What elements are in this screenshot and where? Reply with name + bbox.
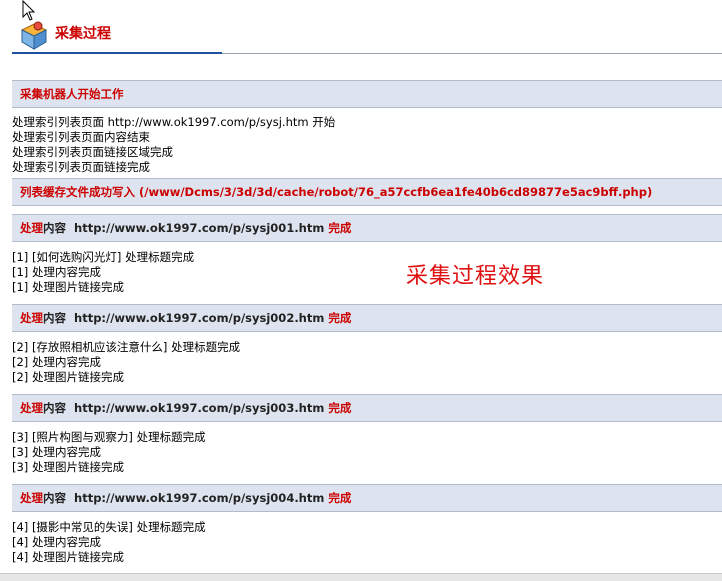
start-log-lines: 处理索引列表页面 http://www.ok1997.com/p/sysj.ht… — [12, 115, 335, 175]
header-divider — [222, 53, 722, 54]
item-url-text: 内容 http://www.ok1997.com/p/sysj002.htm — [43, 311, 329, 325]
item-4-log-lines: [4] [摄影中常见的失误] 处理标题完成 [4] 处理内容完成 [4] 处理图… — [12, 520, 206, 565]
log-line: [2] [存放照相机应该注意什么] 处理标题完成 — [12, 340, 241, 354]
log-line: 处理索引列表页面链接区域完成 — [12, 145, 173, 159]
log-line: [4] 处理图片链接完成 — [12, 550, 124, 564]
section-bar-item-4: 处理 内容 http://www.ok1997.com/p/sysj004.ht… — [12, 484, 722, 512]
log-line: [3] 处理内容完成 — [12, 445, 101, 459]
item-3-log-lines: [3] [照片构图与观察力] 处理标题完成 [3] 处理内容完成 [3] 处理图… — [12, 430, 206, 475]
log-line: 处理索引列表页面 http://www.ok1997.com/p/sysj.ht… — [12, 115, 336, 129]
page-header: 采集过程 — [0, 0, 722, 56]
log-line: [2] 处理图片链接完成 — [12, 370, 124, 384]
item-url-text: 内容 http://www.ok1997.com/p/sysj004.htm — [43, 491, 329, 505]
log-line: [4] [摄影中常见的失误] 处理标题完成 — [12, 520, 206, 534]
overlay-caption: 采集过程效果 — [406, 264, 545, 289]
section-bar-item-1: 处理 内容 http://www.ok1997.com/p/sysj001.ht… — [12, 214, 722, 242]
log-line: 处理索引列表页面内容结束 — [12, 130, 150, 144]
section-bar-cache: 列表缓存文件成功写入 (/www/Dcms/3/3d/3d/cache/robo… — [12, 178, 722, 206]
item-prefix: 处理 — [20, 401, 43, 415]
item-suffix: 完成 — [328, 491, 352, 505]
item-url-text: 内容 http://www.ok1997.com/p/sysj003.htm — [43, 401, 329, 415]
page-title: 采集过程 — [55, 26, 111, 42]
section-bar-item-2: 处理 内容 http://www.ok1997.com/p/sysj002.ht… — [12, 304, 722, 332]
log-line: [4] 处理内容完成 — [12, 535, 101, 549]
log-line: [1] 处理内容完成 — [12, 265, 101, 279]
log-line: [1] [如何选购闪光灯] 处理标题完成 — [12, 250, 195, 264]
mouse-pointer-icon — [22, 0, 36, 21]
section-bar-start: 采集机器人开始工作 — [12, 80, 722, 108]
box-robot-icon — [20, 21, 48, 50]
item-prefix: 处理 — [20, 491, 43, 505]
item-prefix: 处理 — [20, 311, 43, 325]
item-suffix: 完成 — [328, 401, 352, 415]
item-suffix: 完成 — [328, 221, 352, 235]
item-suffix: 完成 — [328, 311, 352, 325]
section-bar-label: 采集机器人开始工作 — [20, 87, 124, 101]
item-url-text: 内容 http://www.ok1997.com/p/sysj001.htm — [43, 221, 329, 235]
section-bar-item-3: 处理 内容 http://www.ok1997.com/p/sysj003.ht… — [12, 394, 722, 422]
item-1-log-lines: [1] [如何选购闪光灯] 处理标题完成 [1] 处理内容完成 [1] 处理图片… — [12, 250, 194, 295]
item-prefix: 处理 — [20, 221, 43, 235]
log-line: 处理索引列表页面链接完成 — [12, 160, 150, 174]
item-2-log-lines: [2] [存放照相机应该注意什么] 处理标题完成 [2] 处理内容完成 [2] … — [12, 340, 240, 385]
log-line: [3] [照片构图与观察力] 处理标题完成 — [12, 430, 206, 444]
log-line: [2] 处理内容完成 — [12, 355, 101, 369]
log-line: [1] 处理图片链接完成 — [12, 280, 124, 294]
title-underline — [12, 52, 222, 54]
log-line: [3] 处理图片链接完成 — [12, 460, 124, 474]
cache-bar-label: 列表缓存文件成功写入 (/www/Dcms/3/3d/3d/cache/robo… — [20, 185, 653, 199]
